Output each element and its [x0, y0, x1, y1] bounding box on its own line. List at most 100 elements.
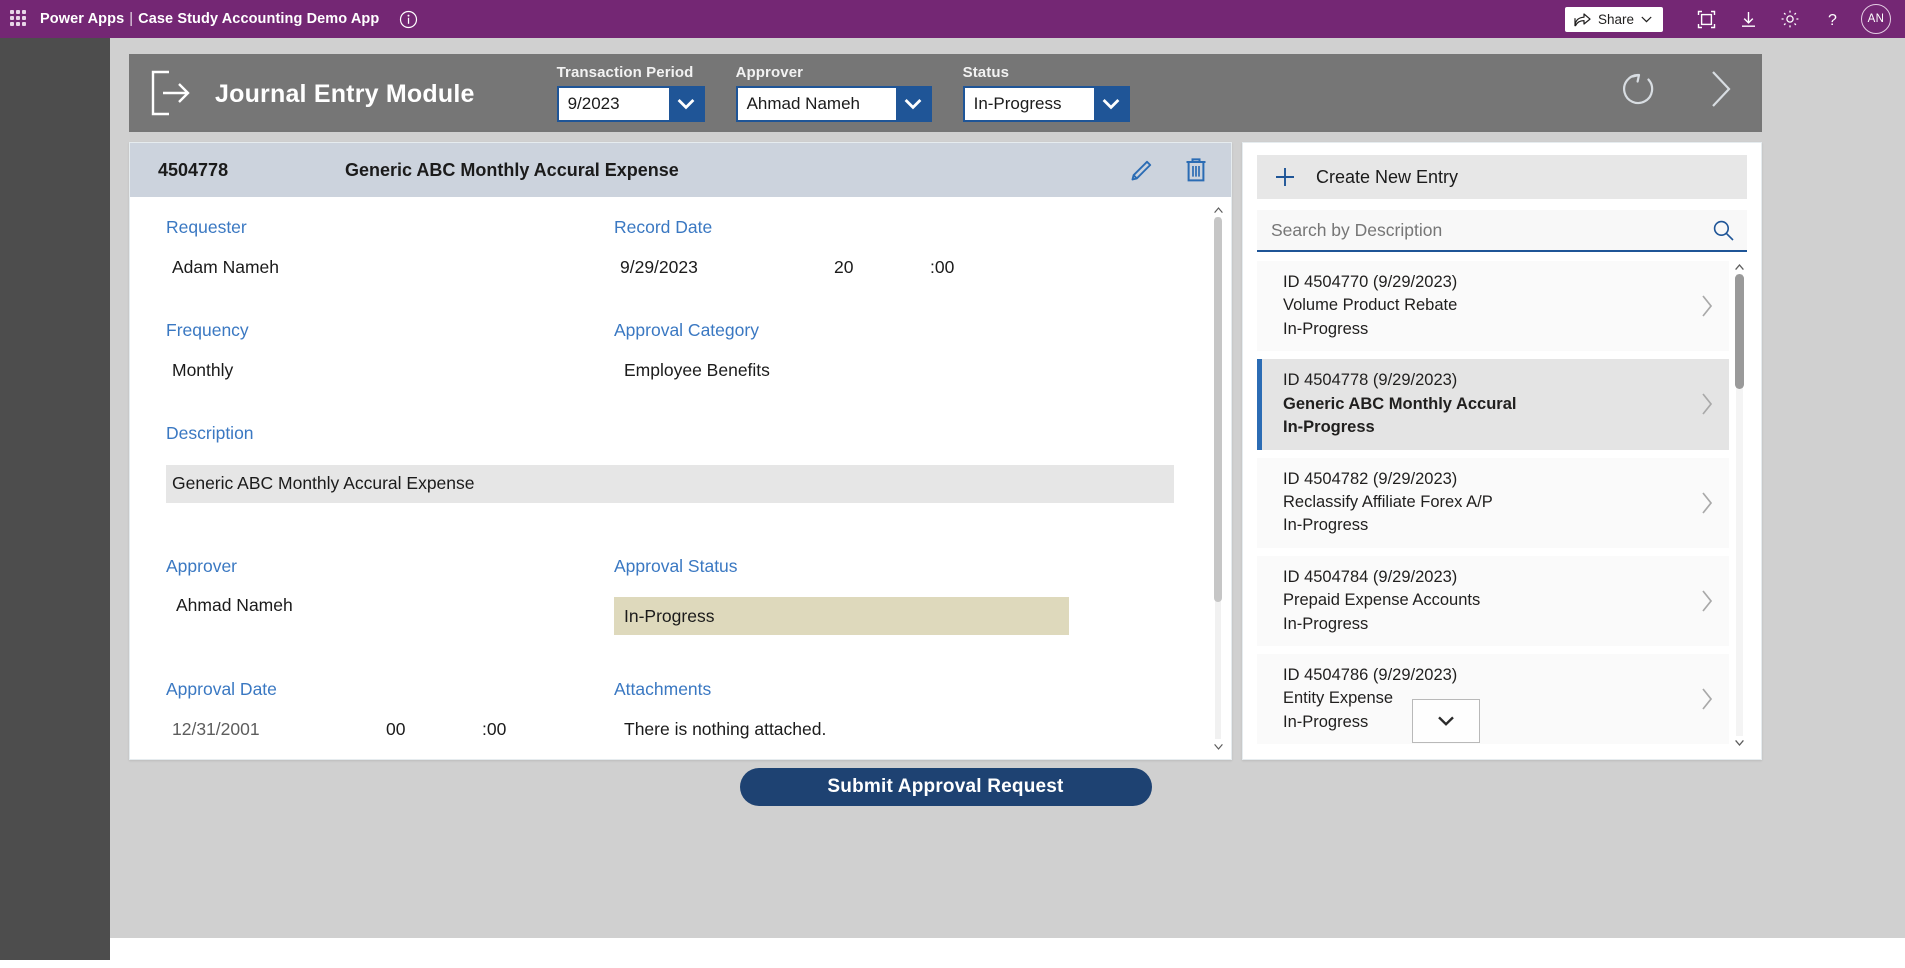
- record-id: 4504778: [158, 159, 229, 180]
- chevron-right-icon[interactable]: [1685, 391, 1729, 417]
- requester-value[interactable]: Adam Nameh: [166, 258, 614, 277]
- delete-record-button[interactable]: [1183, 156, 1209, 184]
- chevron-right-icon[interactable]: [1685, 588, 1729, 614]
- fullscreen-button[interactable]: [1685, 0, 1727, 38]
- info-icon[interactable]: [399, 10, 418, 29]
- refresh-icon: [1623, 73, 1654, 105]
- list-item-status: In-Progress: [1283, 319, 1369, 338]
- frequency-value[interactable]: Monthly: [166, 361, 614, 380]
- form-row-frequency-category: Frequency Monthly Approval Category Empl…: [130, 320, 1208, 380]
- approval-date-value[interactable]: 12/31/2001: [166, 720, 380, 739]
- transaction-period-label: Transaction Period: [556, 64, 694, 81]
- module-header-actions: [1618, 68, 1762, 132]
- list-item-id: ID 4504782 (9/29/2023): [1283, 469, 1458, 488]
- refresh-button[interactable]: [1618, 69, 1658, 109]
- list-item[interactable]: ID 4504770 (9/29/2023) Volume Product Re…: [1257, 261, 1729, 352]
- edit-record-button[interactable]: [1128, 157, 1155, 184]
- pencil-icon: [1131, 160, 1152, 180]
- form-scrollbar[interactable]: [1211, 203, 1225, 753]
- list-item-id: ID 4504778 (9/29/2023): [1283, 371, 1458, 390]
- approver-dropdown[interactable]: Ahmad Nameh: [735, 86, 932, 122]
- approval-date-hour[interactable]: 00: [380, 720, 476, 739]
- help-button[interactable]: ?: [1811, 0, 1853, 38]
- module-icon-wrap: [129, 54, 215, 132]
- chevron-right-icon[interactable]: [1685, 686, 1729, 712]
- avatar[interactable]: AN: [1861, 4, 1891, 34]
- suite-bar: Power Apps | Case Study Accounting Demo Ap…: [0, 0, 1905, 38]
- status-dropdown[interactable]: In-Progress: [962, 86, 1130, 122]
- suite-bar-actions: Share ? AN: [1564, 0, 1905, 38]
- list-item-description: Entity Expense: [1283, 689, 1394, 708]
- search-input[interactable]: [1269, 218, 1712, 242]
- approval-category-value[interactable]: Employee Benefits: [614, 361, 1208, 380]
- record-date-minute[interactable]: :00: [924, 258, 954, 277]
- app-launcher-icon[interactable]: [10, 10, 28, 28]
- list-item-status: In-Progress: [1283, 516, 1369, 535]
- entry-list-scrollbar[interactable]: [1732, 261, 1747, 749]
- create-new-entry-button[interactable]: Create New Entry: [1257, 155, 1747, 199]
- svg-text:?: ?: [1828, 12, 1837, 29]
- share-button[interactable]: Share: [1564, 6, 1663, 32]
- record-form-scroll-area: Requester Adam Nameh Record Date 9/29/20…: [130, 197, 1231, 759]
- trash-icon: [1186, 158, 1206, 182]
- record-date-hour[interactable]: 20: [828, 258, 924, 277]
- field-attachments: Attachments There is nothing attached.: [614, 680, 1208, 739]
- field-requester: Requester Adam Nameh: [166, 218, 614, 277]
- entry-list: ID 4504770 (9/29/2023) Volume Product Re…: [1257, 261, 1729, 749]
- approver-filter-value: Ahmad Nameh: [746, 94, 860, 113]
- app-name-label[interactable]: Case Study Accounting Demo App: [138, 11, 379, 27]
- entry-list-panel: Create New Entry ID 4: [1242, 142, 1762, 760]
- approval-category-label: Approval Category: [614, 320, 759, 340]
- transaction-period-dropdown[interactable]: 9/2023: [556, 86, 705, 122]
- list-item[interactable]: ID 4504784 (9/29/2023) Prepaid Expense A…: [1257, 555, 1729, 647]
- search-field[interactable]: [1257, 210, 1747, 252]
- settings-button[interactable]: [1769, 0, 1811, 38]
- list-expand-overlay-button[interactable]: [1412, 699, 1480, 743]
- entry-list-scroll-area: ID 4504770 (9/29/2023) Volume Product Re…: [1257, 261, 1747, 749]
- chevron-right-icon[interactable]: [1685, 293, 1729, 319]
- list-item[interactable]: ID 4504778 (9/29/2023) Generic ABC Month…: [1257, 359, 1729, 450]
- entry-list-scrollbar-thumb[interactable]: [1735, 274, 1744, 389]
- list-item-description: Generic ABC Monthly Accural: [1283, 394, 1517, 413]
- chevron-down-icon: [1438, 716, 1454, 726]
- chevron-right-icon[interactable]: [1685, 490, 1729, 516]
- description-value[interactable]: Generic ABC Monthly Accural Expense: [166, 464, 1174, 503]
- list-item-text: ID 4504782 (9/29/2023) Reclassify Affili…: [1283, 468, 1685, 538]
- record-date-value[interactable]: 9/29/2023: [614, 258, 828, 277]
- approval-date-minute[interactable]: :00: [476, 720, 506, 739]
- approver-label: Approver: [166, 555, 238, 576]
- list-item-status: In-Progress: [1283, 418, 1375, 437]
- submit-row: Submit Approval Request: [129, 768, 1762, 806]
- brand-label[interactable]: Power Apps: [40, 11, 124, 27]
- scroll-up-icon[interactable]: [1211, 203, 1225, 217]
- avatar-initials: AN: [1867, 13, 1885, 25]
- approver-filter-label: Approver: [735, 64, 804, 81]
- status-filter-value: In-Progress: [973, 94, 1062, 113]
- frequency-label: Frequency: [166, 320, 249, 340]
- approver-value[interactable]: Ahmad Nameh: [166, 596, 614, 615]
- download-button[interactable]: [1727, 0, 1769, 38]
- form-row-approver-status: Approver Ahmad Nameh Approval Status In-…: [130, 555, 1208, 636]
- list-item-description: Reclassify Affiliate Forex A/P: [1283, 492, 1493, 511]
- submit-approval-request-button[interactable]: Submit Approval Request: [739, 768, 1152, 806]
- field-approval-category: Approval Category Employee Benefits: [614, 320, 1208, 380]
- list-item-status: In-Progress: [1283, 614, 1369, 633]
- list-item-text: ID 4504784 (9/29/2023) Prepaid Expense A…: [1283, 566, 1685, 636]
- next-record-button[interactable]: [1706, 68, 1736, 110]
- attachments-value: There is nothing attached.: [624, 718, 827, 739]
- bottom-left-block: [0, 938, 110, 960]
- record-form: Requester Adam Nameh Record Date 9/29/20…: [130, 197, 1208, 759]
- scroll-down-icon[interactable]: [1211, 739, 1225, 753]
- field-approver: Approver Ahmad Nameh: [166, 555, 614, 636]
- list-item-description: Prepaid Expense Accounts: [1283, 591, 1481, 610]
- chevron-down-icon: [1641, 16, 1652, 22]
- list-item[interactable]: ID 4504786 (9/29/2023) Entity Expense In…: [1257, 654, 1729, 745]
- record-header: 4504778 Generic ABC Monthly Accural Expe…: [130, 143, 1231, 197]
- list-item[interactable]: ID 4504782 (9/29/2023) Reclassify Affili…: [1257, 457, 1729, 548]
- form-scrollbar-thumb[interactable]: [1214, 217, 1222, 602]
- scroll-up-icon[interactable]: [1732, 261, 1747, 274]
- scroll-down-icon[interactable]: [1732, 736, 1747, 749]
